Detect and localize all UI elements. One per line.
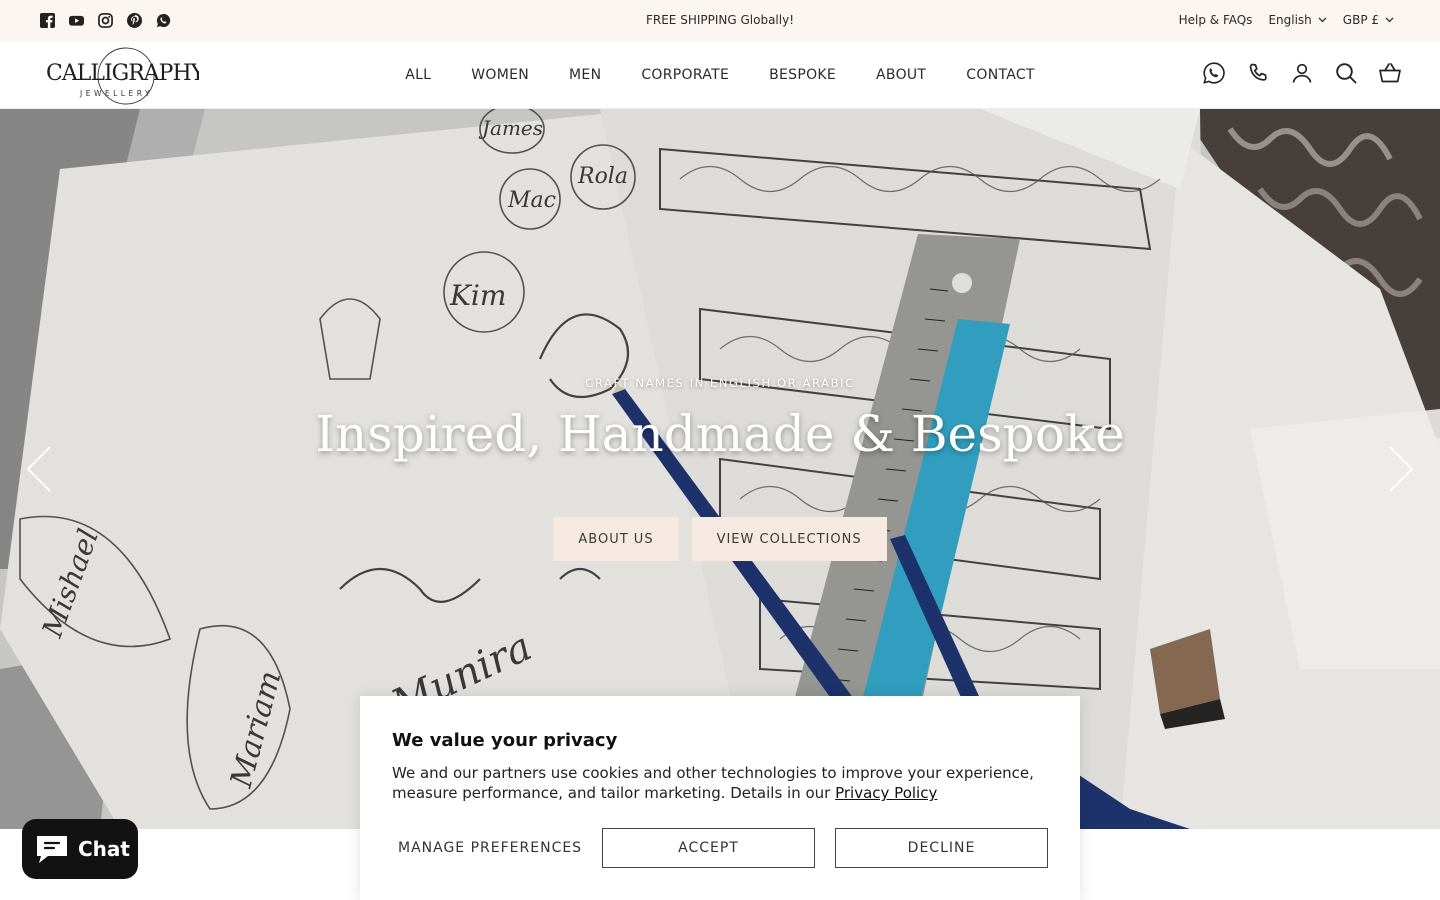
phone-icon[interactable] [1246,61,1270,85]
cookie-body: We and our partners use cookies and othe… [392,764,1034,802]
cookie-banner: We value your privacy We and our partner… [360,696,1080,900]
view-collections-button[interactable]: VIEW COLLECTIONS [691,517,887,561]
whatsapp-icon[interactable] [1202,61,1226,85]
logo-subtitle: JEWELLERY [79,89,153,98]
announcement-bar: FREE SHIPPING Globally! Help & FAQs Engl… [0,0,1440,42]
site-header: CALLIGRAPHY JEWELLERY ALL WOMEN MEN CORP… [0,42,1440,109]
help-faqs-link[interactable]: Help & FAQs [1179,13,1253,27]
nav-bespoke[interactable]: BESPOKE [769,67,836,83]
hero-title: Inspired, Handmade & Bespoke [315,405,1125,463]
chevron-left-icon [26,446,51,492]
nav-women[interactable]: WOMEN [471,67,529,83]
cookie-title: We value your privacy [392,730,618,751]
nav-men[interactable]: MEN [569,67,601,83]
chevron-down-icon [1385,17,1394,23]
hero-buttons: ABOUT US VIEW COLLECTIONS [0,517,1440,561]
hero-kicker: CRAFT NAMES IN ENGLISH OR ARABIC [585,376,855,390]
chevron-right-icon [1389,446,1414,492]
nav-corporate[interactable]: CORPORATE [641,67,729,83]
logo-wordmark: CALLIGRAPHY [46,61,199,86]
language-value: English [1268,13,1312,27]
nav-about[interactable]: ABOUT [876,67,926,83]
nav-contact[interactable]: CONTACT [966,67,1035,83]
chevron-down-icon [1318,17,1327,23]
search-icon[interactable] [1334,61,1358,85]
cookie-text: We and our partners use cookies and othe… [392,763,1042,803]
accept-button[interactable]: ACCEPT [602,828,815,868]
about-us-button[interactable]: ABOUT US [553,517,679,561]
brand-logo[interactable]: CALLIGRAPHY JEWELLERY [44,46,207,106]
decline-button[interactable]: DECLINE [835,828,1048,868]
currency-selector[interactable]: GBP £ [1343,13,1394,27]
nav-all[interactable]: ALL [405,67,431,83]
currency-value: GBP £ [1342,13,1379,27]
chat-widget-button[interactable]: Chat [22,819,138,879]
cookie-actions: MANAGE PREFERENCES ACCEPT DECLINE [392,828,1068,868]
basket-icon[interactable] [1378,61,1402,85]
header-actions [1202,61,1402,85]
slide-next-button[interactable] [1386,444,1416,494]
chat-bubble-icon [37,836,67,863]
account-icon[interactable] [1290,61,1314,85]
language-selector[interactable]: English [1268,13,1327,27]
slide-prev-button[interactable] [24,444,54,494]
utility-links: Help & FAQs English GBP £ [1179,13,1394,27]
chat-label: Chat [78,837,130,861]
privacy-policy-link[interactable]: Privacy Policy [835,784,937,802]
manage-preferences-button[interactable]: MANAGE PREFERENCES [392,828,602,868]
